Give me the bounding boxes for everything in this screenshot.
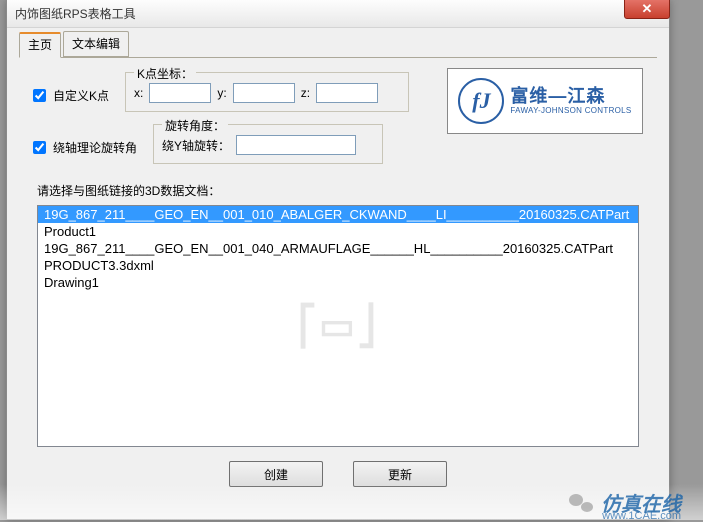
logo-text-en: FAWAY-JOHNSON CONTROLS [510, 107, 631, 116]
update-button[interactable]: 更新 [353, 461, 447, 487]
rotation-legend: 旋转角度： [162, 117, 228, 134]
rotation-fieldset: 旋转角度： 绕Y轴旋转： [153, 124, 383, 164]
z-input[interactable] [316, 83, 378, 103]
list-item[interactable]: 19G_867_211____GEO_EN__001_040_ARMAUFLAG… [38, 240, 638, 257]
window-title: 内饰图纸RPS表格工具 [15, 5, 136, 22]
close-button[interactable]: ✕ [624, 0, 670, 19]
document-listbox[interactable]: 19G_867_211____GEO_EN__001_010_ABALGER_C… [37, 205, 639, 447]
create-button[interactable]: 创建 [229, 461, 323, 487]
logo-text-cn: 富维—江森 [510, 87, 631, 107]
y-input[interactable] [233, 83, 295, 103]
x-input[interactable] [149, 83, 211, 103]
y-label: y: [217, 86, 226, 100]
titlebar: 内饰图纸RPS表格工具 ✕ [7, 0, 669, 28]
tab-home[interactable]: 主页 [19, 32, 61, 58]
main-window: 内饰图纸RPS表格工具 ✕ 主页 文本编辑 自定义K点 K点坐标： x: y [6, 0, 670, 520]
z-label: z: [301, 86, 310, 100]
tab-text-edit[interactable]: 文本编辑 [63, 31, 129, 57]
list-item[interactable]: 19G_867_211____GEO_EN__001_010_ABALGER_C… [38, 206, 638, 223]
list-item[interactable]: PRODUCT3.3dxml [38, 257, 638, 274]
list-label: 请选择与图纸链接的3D数据文档： [37, 182, 647, 199]
list-item[interactable]: Product1 [38, 223, 638, 240]
company-logo: fJ 富维—江森 FAWAY-JOHNSON CONTROLS [447, 68, 643, 134]
rotation-input[interactable] [236, 135, 356, 155]
k-coord-legend: K点坐标： [134, 65, 196, 82]
watermark-icon: ⎡▭⎦ [298, 304, 378, 349]
tab-strip: 主页 文本编辑 [19, 34, 657, 58]
rotation-label: 绕Y轴旋转： [162, 137, 230, 154]
checkbox-axis-rotation-input[interactable] [33, 141, 46, 154]
checkbox-custom-k[interactable]: 自定义K点 [29, 86, 109, 105]
k-coord-fieldset: K点坐标： x: y: z: [125, 72, 409, 112]
checkbox-axis-rotation[interactable]: 绕轴理论旋转角 [29, 138, 137, 157]
close-icon: ✕ [642, 1, 653, 17]
checkbox-custom-k-input[interactable] [33, 89, 46, 102]
logo-mark-icon: fJ [458, 78, 504, 124]
list-item[interactable]: Drawing1 [38, 274, 638, 291]
x-label: x: [134, 86, 143, 100]
